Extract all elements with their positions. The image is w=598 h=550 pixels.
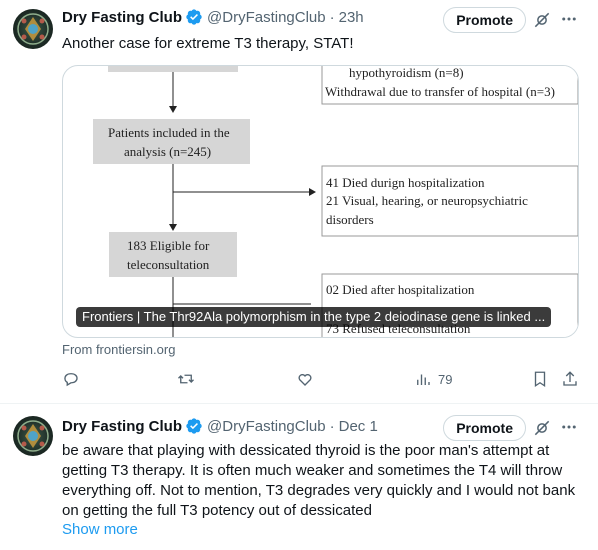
separator-dot: · (329, 8, 335, 26)
flowchart-text: 02 Died after hospitalization (326, 282, 475, 297)
separator-dot: · (329, 417, 335, 435)
share-icon (563, 371, 577, 386)
tweet-text: Another case for extreme T3 therapy, STA… (62, 35, 354, 52)
flowchart-text: 41 Died durign hospitalization (326, 175, 485, 190)
flowchart-text: 183 Eligible for (127, 238, 210, 253)
views-icon (417, 374, 430, 385)
link-card[interactable]: hypothyroidism (n=8) Withdrawal due to t… (62, 65, 579, 338)
verified-badge-icon (186, 9, 202, 25)
flowchart-text: Patients included in the (108, 125, 230, 140)
more-icon[interactable] (560, 10, 578, 28)
flowchart-text: analysis (n=245) (124, 144, 211, 159)
card-source-link[interactable]: From frontiersin.org (62, 342, 175, 357)
promote-button[interactable]: Promote (443, 415, 526, 441)
tweet-text: be aware that playing with dessicated th… (62, 442, 576, 519)
verified-badge-icon (186, 418, 202, 434)
like-icon (298, 373, 312, 386)
reply-button[interactable] (62, 368, 80, 390)
timestamp[interactable]: Dec 1 (339, 418, 378, 435)
gear-icon[interactable] (532, 10, 552, 30)
author-handle[interactable]: @DryFastingClub (207, 9, 326, 26)
avatar[interactable] (13, 9, 53, 49)
flowchart-text: teleconsultation (127, 257, 210, 272)
like-button[interactable] (296, 368, 314, 390)
views-count: 79 (438, 371, 453, 387)
author-name[interactable]: Dry Fasting Club (62, 418, 182, 435)
reply-icon (64, 373, 78, 387)
bookmark-button[interactable] (531, 368, 549, 390)
timestamp[interactable]: 23h (339, 9, 364, 26)
bookmark-icon (534, 371, 546, 388)
gear-icon[interactable] (532, 418, 552, 438)
share-button[interactable] (561, 368, 579, 390)
card-title-overlay[interactable]: Frontiers | The Thr92Ala polymorphism in… (76, 307, 552, 327)
flowchart-image: hypothyroidism (n=8) Withdrawal due to t… (93, 66, 578, 337)
tweet[interactable]: Dry Fasting Club @DryFastingClub · 23h P… (0, 0, 598, 404)
more-icon[interactable] (560, 418, 578, 436)
flowchart-text: hypothyroidism (n=8) (349, 66, 464, 80)
flowchart-text: disorders (326, 212, 374, 227)
tweet[interactable]: Dry Fasting Club @DryFastingClub · Dec 1… (0, 405, 598, 550)
promote-button[interactable]: Promote (443, 7, 526, 33)
show-more-link[interactable]: Show more (62, 521, 138, 538)
retweet-icon (178, 374, 194, 384)
retweet-button[interactable] (177, 368, 195, 390)
flowchart-text: 21 Visual, hearing, or neuropsychiatric (326, 193, 528, 208)
author-name[interactable]: Dry Fasting Club (62, 9, 182, 26)
views-button[interactable]: 79 (414, 368, 452, 390)
author-handle[interactable]: @DryFastingClub (207, 418, 326, 435)
avatar[interactable] (13, 416, 53, 456)
flowchart-text: Withdrawal due to transfer of hospital (… (325, 84, 555, 99)
tweet-actions: 79 (62, 368, 582, 390)
